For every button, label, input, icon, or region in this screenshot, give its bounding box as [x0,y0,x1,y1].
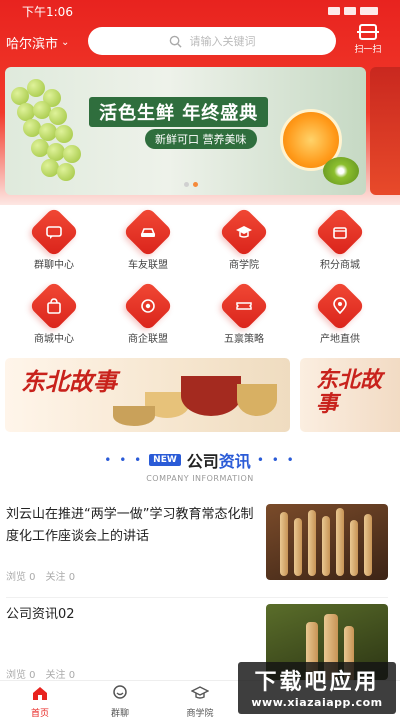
chat-icon [28,206,80,258]
news-meta: 浏览 0 关注 0 [6,568,75,583]
wifi-icon [344,7,356,15]
status-icons [328,7,378,15]
battery-icon [360,7,378,15]
points-store-icon [314,206,366,258]
tab-group-chat[interactable]: 群聊 [80,681,160,718]
menu-item-group-chat[interactable]: 群聊中心 [14,206,94,271]
tab-label: 群聊 [110,709,129,718]
menu-item-mall-center[interactable]: 商城中心 [14,280,94,345]
graduation-cap-icon [218,206,270,258]
menu-label: 群聊中心 [34,260,74,271]
menu-item-enterprise-alliance[interactable]: 商企联盟 [108,280,188,345]
news-section-header: • • • NEW 公司资讯 • • • COMPANY INFORMATION [0,448,400,483]
news-meta: 浏览 0 关注 0 [6,666,75,681]
news-thumbnail [266,504,388,580]
tab-label: 商学院 [186,709,214,718]
menu-item-strategy[interactable]: 五禀策略 [204,280,284,345]
section-title-a: 公司 [186,452,219,471]
banner-next-slide[interactable] [370,67,400,195]
title-decoration: • • • [256,453,296,467]
news-follows: 关注 0 [45,572,76,583]
menu-label: 产地直供 [320,334,360,345]
app-header: 哈尔滨市 ⌄ 请输入关键词 扫一扫 [0,24,400,60]
news-title: 刘云山在推进“两学一做”学习教育常态化制度化工作座谈会上的讲话 [6,507,254,544]
menu-label: 商企联盟 [128,334,168,345]
city-name: 哈尔滨市 [6,36,59,52]
promo-calligraphy: 东北故事 [21,367,117,396]
site-watermark: 下载吧应用 www.xiazaiapp.com [238,662,396,714]
corn-bowl-image [237,384,277,416]
news-follows: 关注 0 [45,670,76,681]
carousel-dot [184,182,189,187]
grapes-image [5,67,95,195]
section-subtitle: COMPANY INFORMATION [146,474,254,483]
menu-label: 车友联盟 [128,260,168,271]
bean-bowl-image [181,376,241,416]
menu-item-points-store[interactable]: 积分商城 [300,206,380,271]
menu-item-business-school[interactable]: 商学院 [204,206,284,271]
scan-button[interactable]: 扫一扫 [350,24,386,55]
status-time: 下午1:06 [22,4,73,19]
search-icon [169,35,182,48]
promo-peek-calligraphy: 东北故事 [316,367,383,417]
city-selector[interactable]: 哈尔滨市 ⌄ [6,33,69,52]
menu-label: 商城中心 [34,334,74,345]
menu-label: 五禀策略 [224,334,264,345]
watermark-text: 下载吧应用 [254,670,380,695]
news-item[interactable]: 刘云山在推进“两学一做”学习教育常态化制度化工作座谈会上的讲话 浏览 0 关注 … [6,504,388,592]
chevron-down-icon: ⌄ [61,36,70,48]
carousel-dots [184,182,198,187]
shopping-bag-icon [28,280,80,332]
menu-label: 商学院 [229,260,259,271]
rice-bowl-image [113,406,155,426]
car-icon [122,206,174,258]
home-icon [33,687,47,700]
banner-carousel[interactable]: 活色生鲜 年终盛典 新鲜可口 营养美味 [5,67,366,195]
promo-next-slide[interactable]: 东北故事 [300,358,400,432]
tab-business-school[interactable]: 商学院 [160,681,240,718]
news-views: 浏览 0 [6,572,36,583]
banner-title: 活色生鲜 年终盛典 [89,97,269,127]
news-views: 浏览 0 [6,670,36,681]
coin-icon [122,280,174,332]
scan-label: 扫一扫 [354,45,382,55]
carousel-dot-active [193,182,198,187]
ticket-icon [218,280,270,332]
menu-grid: 群聊中心 车友联盟 商学院 积分商城 商城中心 商企联盟 五禀策略 产地直供 [0,206,400,346]
search-input[interactable]: 请输入关键词 [88,27,336,55]
menu-label: 积分商城 [320,260,360,271]
signal-icon [328,7,340,15]
title-decoration: • • • [104,453,144,467]
banner-subtitle: 新鲜可口 营养美味 [145,129,257,149]
search-placeholder: 请输入关键词 [189,35,256,48]
graduation-cap-icon [190,686,210,699]
promo-banner[interactable]: 东北故事 [5,358,290,432]
scan-icon [357,24,379,40]
watermark-url: www.xiazaiapp.com [251,696,383,709]
new-badge: NEW [149,454,181,466]
status-bar: 下午1:06 [0,0,400,22]
location-icon [314,280,366,332]
kiwi-image [323,157,359,185]
tab-label: 首页 [30,709,49,718]
section-title: 公司资讯 [187,448,251,472]
menu-item-car-club[interactable]: 车友联盟 [108,206,188,271]
tab-home[interactable]: 首页 [0,681,80,718]
chat-bubble-icon [113,685,127,699]
section-title-b: 资讯 [218,452,251,471]
news-title: 公司资讯02 [6,607,75,622]
news-divider [6,597,388,598]
menu-item-direct-supply[interactable]: 产地直供 [300,280,380,345]
